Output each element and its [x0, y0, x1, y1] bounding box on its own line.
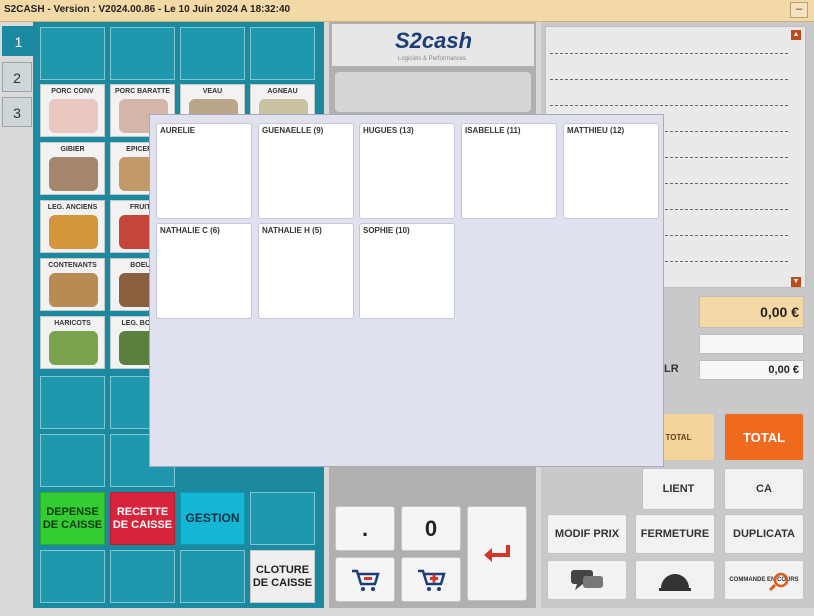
- seller-name: AURELIE: [160, 126, 196, 135]
- rendu-amount-display: 0,00 €: [699, 360, 804, 380]
- depense-caisse-button[interactable]: DEPENSE DE CAISSE: [40, 492, 105, 545]
- service-bell-icon: [659, 574, 691, 591]
- minimize-button[interactable]: –: [790, 2, 808, 18]
- cart-remove-button[interactable]: [335, 557, 395, 602]
- seller-button[interactable]: ISABELLE (11): [461, 123, 557, 219]
- seller-button[interactable]: HUGUES (13): [359, 123, 455, 219]
- window-title: S2CASH - Version : V2024.00.86 - Le 10 J…: [4, 4, 291, 15]
- empty-cell[interactable]: [40, 27, 105, 80]
- enter-arrow-icon: [484, 544, 510, 562]
- product-button[interactable]: PORC CONV: [40, 84, 105, 137]
- seller-button[interactable]: NATHALIE C (6): [156, 223, 252, 319]
- seller-name: GUENAELLE (9): [262, 126, 324, 135]
- secondary-field: [699, 334, 804, 354]
- seller-button[interactable]: AURELIE: [156, 123, 252, 219]
- page-tab-3[interactable]: 3: [2, 97, 32, 127]
- product-button[interactable]: GIBIER: [40, 142, 105, 195]
- product-label: AGNEAU: [267, 88, 298, 95]
- seller-selection-dialog: AURELIE GUENAELLE (9) HUGUES (13) ISABEL…: [149, 114, 664, 467]
- empty-cell[interactable]: [110, 550, 175, 603]
- page-tab-1[interactable]: 1: [2, 26, 35, 56]
- message-button[interactable]: [547, 560, 627, 600]
- scroll-down-button[interactable]: ▼: [791, 277, 801, 287]
- seller-name: SOPHIE (10): [363, 226, 410, 235]
- scroll-up-button[interactable]: ▲: [791, 30, 801, 40]
- ca-button[interactable]: CA: [724, 468, 804, 510]
- product-image: [49, 99, 98, 133]
- cart-add-button[interactable]: [401, 557, 461, 602]
- product-image: [49, 157, 98, 191]
- seller-button[interactable]: SOPHIE (10): [359, 223, 455, 319]
- product-button[interactable]: LEG. ANCIENS: [40, 200, 105, 253]
- empty-cell[interactable]: [250, 492, 315, 545]
- product-label: PORC CONV: [51, 88, 94, 95]
- decimal-key[interactable]: .: [335, 506, 395, 551]
- cart-minus-icon: [352, 569, 380, 591]
- rendu-label: LR: [664, 363, 679, 375]
- empty-cell[interactable]: [250, 27, 315, 80]
- total-bag-label: TOTAL: [665, 432, 692, 442]
- empty-cell[interactable]: [180, 550, 245, 603]
- fermeture-button[interactable]: FERMETURE: [635, 514, 715, 554]
- product-button[interactable]: HARICOTS: [40, 316, 105, 369]
- product-label: VEAU: [202, 88, 223, 95]
- total-button[interactable]: TOTAL: [724, 413, 804, 461]
- brand-subtitle: Logiciels & Performances: [398, 56, 467, 62]
- cloture-caisse-button[interactable]: CLOTURE DE CAISSE: [250, 550, 315, 603]
- seller-name: NATHALIE C (6): [160, 226, 220, 235]
- cart-plus-icon: [418, 569, 446, 591]
- client-button[interactable]: LIENT: [642, 468, 715, 510]
- product-label: HARICOTS: [54, 320, 91, 327]
- product-label: LEG. ANCIENS: [47, 204, 98, 211]
- empty-cell[interactable]: [40, 434, 105, 487]
- product-image: [49, 331, 98, 365]
- title-bar: S2CASH - Version : V2024.00.86 - Le 10 J…: [0, 0, 814, 22]
- page-tab-2[interactable]: 2: [2, 62, 32, 92]
- seller-name: MATTHIEU (12): [567, 126, 625, 135]
- duplicata-button[interactable]: DUPLICATA: [724, 514, 804, 554]
- gestion-button[interactable]: GESTION: [180, 492, 245, 545]
- product-image: [49, 215, 98, 249]
- seller-name: NATHALIE H (5): [262, 226, 322, 235]
- enter-key[interactable]: [467, 506, 527, 601]
- display-area: [335, 72, 531, 112]
- seller-button[interactable]: NATHALIE H (5): [258, 223, 354, 319]
- seller-name: HUGUES (13): [363, 126, 414, 135]
- empty-cell[interactable]: [180, 27, 245, 80]
- empty-cell[interactable]: [40, 376, 105, 429]
- commande-en-cours-button[interactable]: COMMANDE EN COURS: [724, 560, 804, 600]
- cloche-button[interactable]: [635, 560, 715, 600]
- total-amount-display: 0,00 €: [699, 296, 804, 328]
- product-label: GIBIER: [60, 146, 85, 153]
- product-image: [49, 273, 98, 307]
- product-button[interactable]: CONTENANTS: [40, 258, 105, 311]
- recette-caisse-button[interactable]: RECETTE DE CAISSE: [110, 492, 175, 545]
- empty-cell[interactable]: [40, 550, 105, 603]
- seller-button[interactable]: GUENAELLE (9): [258, 123, 354, 219]
- search-icon: [768, 572, 789, 591]
- product-label: CONTENANTS: [48, 262, 97, 269]
- seller-name: ISABELLE (11): [465, 126, 521, 135]
- modif-prix-button[interactable]: MODIF PRIX: [547, 514, 627, 554]
- product-label: PORC BARATTE: [114, 88, 171, 95]
- brand-logo: S2cash: [395, 28, 473, 53]
- zero-key[interactable]: 0: [401, 506, 461, 551]
- empty-cell[interactable]: [110, 27, 175, 80]
- seller-button[interactable]: MATTHIEU (12): [563, 123, 659, 219]
- chat-bubbles-icon: [571, 570, 603, 590]
